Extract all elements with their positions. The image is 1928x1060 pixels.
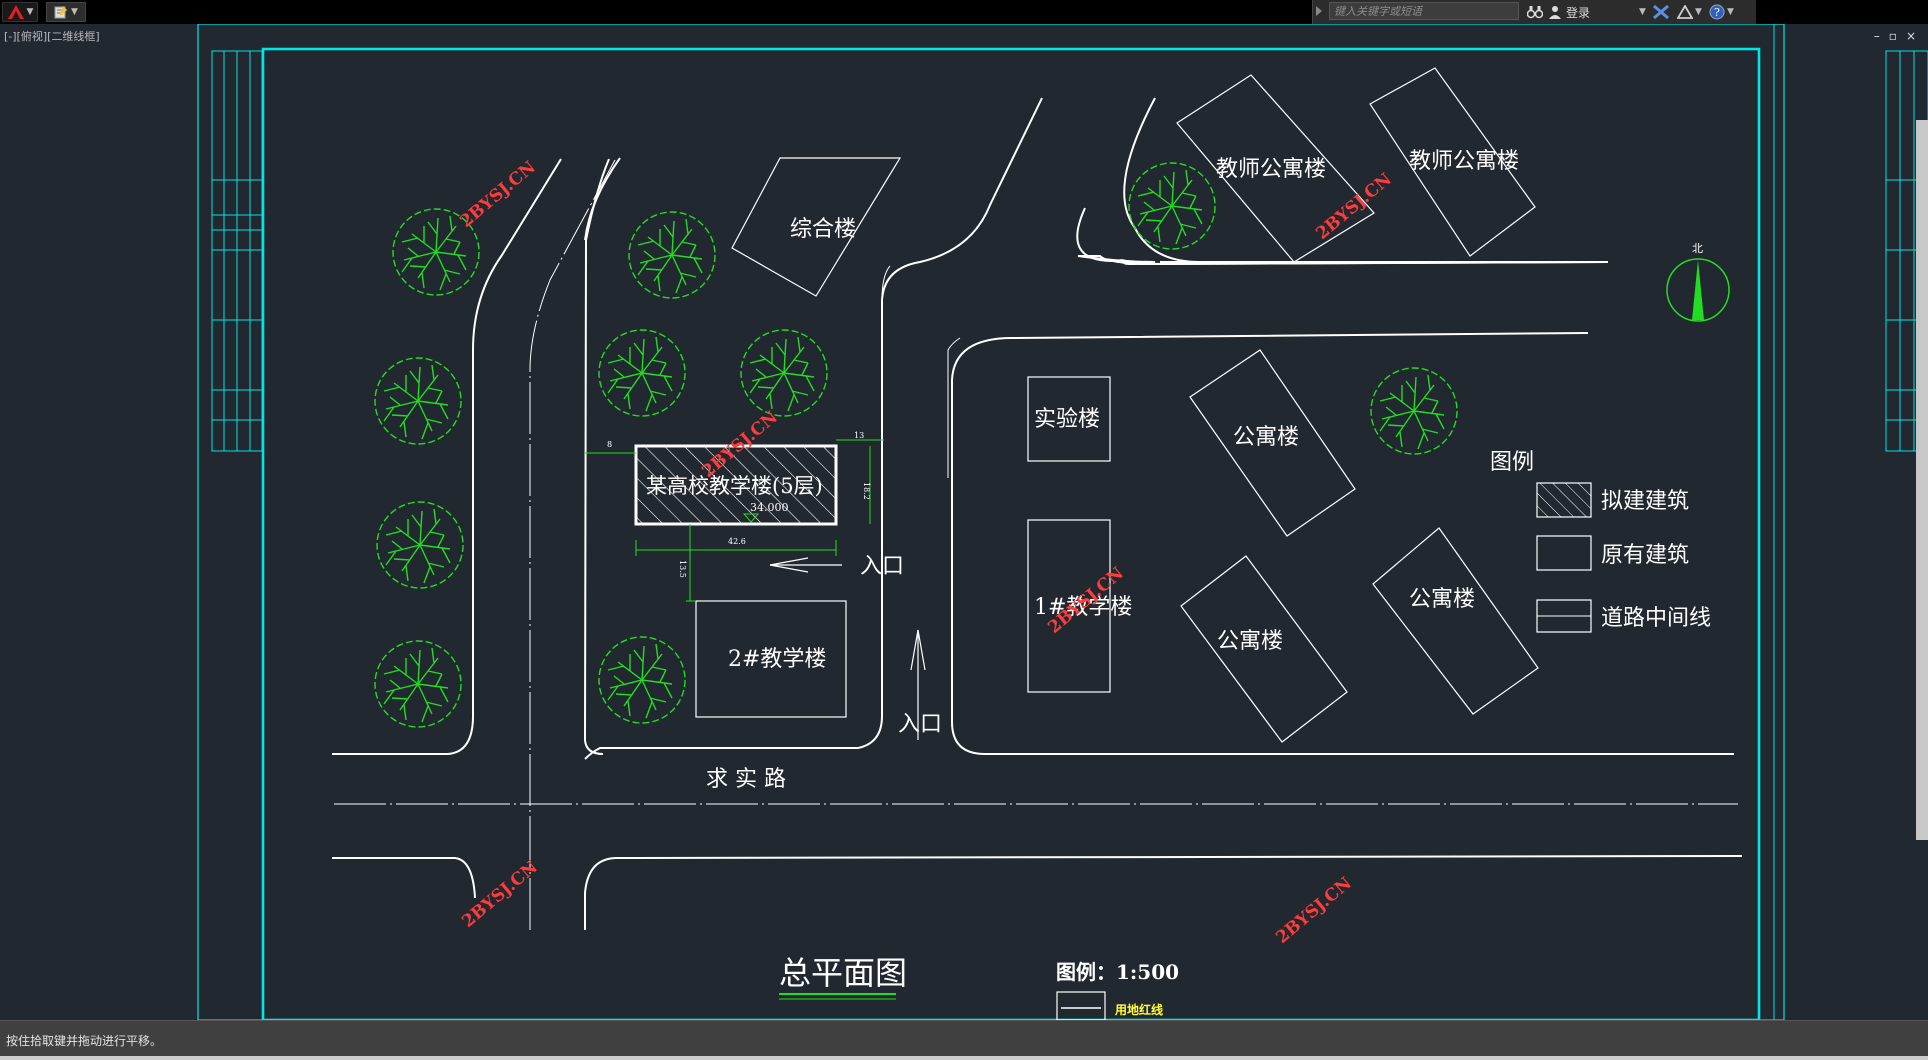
road-network: [332, 97, 1743, 930]
legend-proposed: 拟建建筑: [1601, 489, 1689, 514]
command-status-bar: 按住拾取键并拖动进行平移。: [0, 1020, 1928, 1056]
login-label: 登录: [1566, 5, 1591, 20]
north-label: 北: [1692, 242, 1703, 255]
label-proposed: 某高校教学楼(5层): [646, 474, 823, 498]
minimize-icon[interactable]: –: [1874, 30, 1880, 42]
expand-arrow-icon[interactable]: [1316, 6, 1322, 16]
chevron-down-icon: ▼: [71, 6, 78, 17]
autocad-logo-icon: [7, 5, 24, 19]
legend-swatches: [1536, 482, 1592, 633]
road-name: 求 实 路: [706, 767, 786, 792]
restore-icon[interactable]: ▫: [1889, 30, 1897, 42]
drawing-title: 总平面图: [779, 954, 907, 992]
label-teacher-apt-2: 教师公寓楼: [1409, 149, 1519, 174]
label-teaching-2: 2#教学楼: [728, 647, 826, 672]
watermark-text: 2BYSJ.CN: [456, 157, 539, 231]
user-icon: [1549, 6, 1561, 19]
label-zonghe: 综合楼: [790, 217, 856, 242]
label-apt-1: 公寓楼: [1233, 425, 1299, 450]
watermark-text: 2BYSJ.CN: [1272, 873, 1355, 947]
viewport-label[interactable]: [-][俯视][二维线框]: [4, 28, 100, 44]
north-arrow-icon: [1666, 258, 1730, 322]
close-icon[interactable]: ×: [1906, 30, 1916, 42]
label-apt-3: 公寓楼: [1409, 587, 1475, 612]
elevation-label: 34.000: [750, 501, 789, 514]
road-centerlines: [334, 159, 1738, 930]
exchange-apps-icon[interactable]: [1653, 4, 1669, 20]
label-apt-2: 公寓楼: [1217, 629, 1283, 654]
watermarks: 2BYSJ.CN 2BYSJ.CN 2BYSJ.CN 2BYSJ.CN 2BYS…: [456, 157, 1395, 947]
application-menu-button[interactable]: ▼: [2, 2, 38, 22]
viewport-window-controls: – ▫ ×: [1874, 30, 1916, 42]
quick-access-toolbar-button[interactable]: ▼: [46, 2, 86, 22]
status-message: 按住拾取键并拖动进行平移。: [6, 1034, 163, 1048]
chevron-down-icon: ▼: [26, 6, 34, 17]
svg-text:?: ?: [1714, 6, 1720, 19]
dim-bottom: 13.5: [678, 560, 687, 578]
dim-left: 8: [607, 440, 612, 449]
infocenter-toolbar: 登录 ▼ ▼ ? ▼: [1312, 0, 1756, 24]
dim-width: 42.6: [728, 537, 746, 546]
entrance-label-2: 入口: [898, 712, 942, 737]
dim-height: 18.2: [862, 482, 871, 500]
autodesk-a360-icon[interactable]: ▼: [1677, 4, 1702, 20]
left-title-strip: [211, 50, 263, 452]
label-lab: 实验楼: [1034, 407, 1100, 432]
chevron-down-icon[interactable]: ▼: [1639, 4, 1646, 20]
cad-drawing: 综合楼 教师公寓楼 教师公寓楼 实验楼 公寓楼 1#教学楼 公寓楼 公寓楼 2#…: [197, 24, 1928, 1020]
watermark-text: 2BYSJ.CN: [458, 857, 541, 931]
legend-title: 图例: [1490, 450, 1534, 475]
bottom-edge: [0, 1056, 1928, 1060]
drawing-canvas[interactable]: [-][俯视][二维线框] – ▫ × 综合楼 教师公寓楼 教师公寓楼 实验楼 …: [0, 24, 1928, 1020]
search-input[interactable]: [1329, 2, 1519, 20]
right-scroll-panel: [1916, 120, 1928, 840]
document-edit-icon: [54, 6, 68, 19]
binoculars-icon[interactable]: [1527, 4, 1543, 20]
help-icon[interactable]: ? ▼: [1709, 4, 1734, 20]
legend-existing: 原有建筑: [1601, 543, 1689, 568]
login-button[interactable]: 登录: [1549, 4, 1590, 20]
legend-road-centerline: 道路中间线: [1601, 606, 1711, 631]
scale-label: 图例：1:500: [1056, 960, 1179, 984]
application-title-bar: ▼ ▼ 登录 ▼: [0, 0, 1928, 24]
redline-legend-label: 用地红线: [1114, 1002, 1163, 1017]
entrance-label-1: 入口: [860, 554, 904, 579]
label-teacher-apt-1: 教师公寓楼: [1216, 157, 1326, 182]
dim-right: 13: [854, 431, 864, 440]
